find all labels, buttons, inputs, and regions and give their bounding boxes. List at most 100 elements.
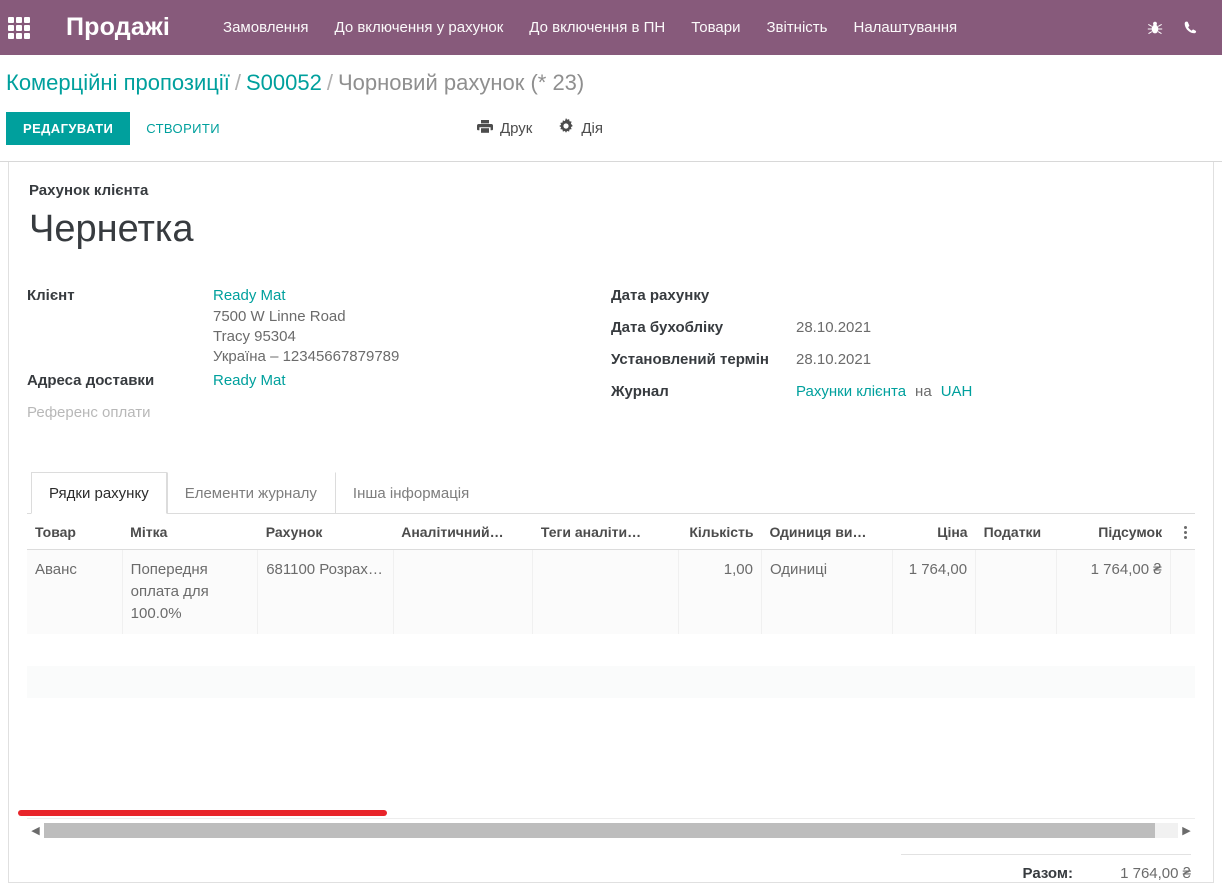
create-button[interactable]: СТВОРИТИ xyxy=(130,112,236,145)
tab-journal-items[interactable]: Елементи журналу xyxy=(167,472,335,514)
scroll-left-arrow[interactable]: ◀ xyxy=(27,822,44,839)
field-accounting-date-value[interactable]: 28.10.2021 xyxy=(796,316,871,338)
navbar-right-icons xyxy=(1140,13,1222,43)
phone-icon[interactable] xyxy=(1176,13,1206,43)
form-sheet: Рахунок клієнта Чернетка Клієнт Ready Ma… xyxy=(8,162,1214,883)
empty-cell xyxy=(27,666,1195,698)
secondary-actions: Друк Дія xyxy=(477,118,603,138)
field-customer-label: Клієнт xyxy=(27,284,213,306)
cell-taxes[interactable] xyxy=(976,550,1057,634)
cell-product[interactable]: Аванс xyxy=(27,550,122,634)
field-delivery-address: Адреса доставки Ready Mat xyxy=(27,369,611,399)
print-label: Друк xyxy=(500,120,532,137)
control-panel: Комерційні пропозиції/S00052/Чорновий ра… xyxy=(0,55,1222,162)
menu-item-products[interactable]: Товари xyxy=(678,13,753,42)
scrollbar-track[interactable] xyxy=(44,823,1178,838)
horizontal-scrollbar[interactable]: ◀ ▶ xyxy=(27,818,1195,840)
scrollbar-thumb[interactable] xyxy=(44,823,1155,838)
field-payment-reference-label: Референс оплати xyxy=(27,401,213,423)
table-row-empty xyxy=(27,698,1195,730)
breadcrumb-level2[interactable]: S00052 xyxy=(246,70,322,95)
cell-analytic-tags[interactable] xyxy=(533,550,679,634)
empty-cell xyxy=(27,698,1195,730)
tab-other-info[interactable]: Інша інформація xyxy=(335,472,487,514)
currency-link[interactable]: UAH xyxy=(941,383,973,400)
customer-address-city: Tracy 95304 xyxy=(213,327,399,347)
total-value: 1 764,00 ₴ xyxy=(1091,865,1191,882)
breadcrumb-separator-1: / xyxy=(235,70,241,95)
field-customer: Клієнт Ready Mat 7500 W Linne Road Tracy… xyxy=(27,284,611,367)
totals-divider xyxy=(901,854,1191,855)
totals-box: Разом: 1 764,00 ₴ xyxy=(901,854,1191,882)
menu-item-orders[interactable]: Замовлення xyxy=(210,13,321,42)
breadcrumb-separator-2: / xyxy=(327,70,333,95)
empty-cell xyxy=(27,634,1195,666)
edit-button[interactable]: РЕДАГУВАТИ xyxy=(6,112,130,145)
options-dots-icon[interactable] xyxy=(1178,526,1192,539)
apps-grid-icon[interactable] xyxy=(8,17,30,39)
menu-item-to-invoice[interactable]: До включення у рахунок xyxy=(322,13,517,42)
cell-price[interactable]: 1 764,00 xyxy=(893,550,976,634)
field-delivery-address-label: Адреса доставки xyxy=(27,369,213,391)
notebook: Рядки рахунку Елементи журналу Інша інфо… xyxy=(27,471,1195,881)
printer-icon xyxy=(477,119,493,138)
col-analytic-tags[interactable]: Теги аналіти… xyxy=(533,514,679,550)
print-button[interactable]: Друк xyxy=(477,119,532,138)
col-analytic-account[interactable]: Аналітичний… xyxy=(393,514,533,550)
cell-subtotal[interactable]: 1 764,00 ₴ xyxy=(1056,550,1170,634)
breadcrumb-root[interactable]: Комерційні пропозиції xyxy=(6,70,230,95)
action-button[interactable]: Дія xyxy=(558,118,603,138)
table-row-empty xyxy=(27,634,1195,666)
cell-options xyxy=(1170,550,1195,634)
field-journal-value: Рахунки клієнта на UAH xyxy=(796,380,972,402)
cell-analytic-account[interactable] xyxy=(393,550,533,634)
field-customer-value: Ready Mat 7500 W Linne Road Tracy 95304 … xyxy=(213,284,399,367)
total-label: Разом: xyxy=(1023,865,1073,882)
menu-item-to-tax-invoice[interactable]: До включення в ПН xyxy=(516,13,678,42)
col-product[interactable]: Товар xyxy=(27,514,122,550)
breadcrumb: Комерційні пропозиції/S00052/Чорновий ра… xyxy=(0,69,1222,98)
field-payment-reference: Референс оплати xyxy=(27,401,611,431)
col-taxes[interactable]: Податки xyxy=(976,514,1057,550)
tab-invoice-lines[interactable]: Рядки рахунку xyxy=(31,472,167,514)
table-header-row: Товар Мітка Рахунок Аналітичний… Теги ан… xyxy=(27,514,1195,550)
field-journal: Журнал Рахунки клієнта на UAH xyxy=(611,380,1195,410)
table-row-empty xyxy=(27,666,1195,698)
field-accounting-date: Дата бухобліку 28.10.2021 xyxy=(611,316,1195,346)
app-brand-title[interactable]: Продажі xyxy=(66,13,170,42)
scroll-right-arrow[interactable]: ▶ xyxy=(1178,822,1195,839)
totals-section: Разом: 1 764,00 ₴ xyxy=(27,840,1195,882)
field-due-date-label: Установлений термін xyxy=(611,348,796,370)
journal-separator: на xyxy=(915,383,932,400)
top-navbar: Продажі Замовлення До включення у рахуно… xyxy=(0,0,1222,55)
field-due-date: Установлений термін 28.10.2021 xyxy=(611,348,1195,378)
journal-link[interactable]: Рахунки клієнта xyxy=(796,383,906,400)
field-due-date-value[interactable]: 28.10.2021 xyxy=(796,348,871,370)
col-subtotal[interactable]: Підсумок xyxy=(1056,514,1170,550)
col-quantity[interactable]: Кількість xyxy=(679,514,762,550)
col-label[interactable]: Мітка xyxy=(122,514,258,550)
menu-item-reporting[interactable]: Звітність xyxy=(753,13,840,42)
bug-icon[interactable] xyxy=(1140,13,1170,43)
col-account[interactable]: Рахунок xyxy=(258,514,394,550)
menu-item-configuration[interactable]: Налаштування xyxy=(841,13,971,42)
control-panel-actions: РЕДАГУВАТИ СТВОРИТИ Друк xyxy=(0,98,1222,161)
table-row[interactable]: Аванс Попередня оплата для 100.0% 681100… xyxy=(27,550,1195,634)
field-invoice-date-label: Дата рахунку xyxy=(611,284,796,306)
sheet-wrapper: Рахунок клієнта Чернетка Клієнт Ready Ma… xyxy=(0,162,1222,883)
customer-address-street: 7500 W Linne Road xyxy=(213,307,399,327)
col-price[interactable]: Ціна xyxy=(893,514,976,550)
customer-link[interactable]: Ready Mat xyxy=(213,286,399,306)
form-column-left: Клієнт Ready Mat 7500 W Linne Road Tracy… xyxy=(27,284,611,433)
cell-uom[interactable]: Одиниці xyxy=(761,550,892,634)
field-accounting-date-label: Дата бухобліку xyxy=(611,316,796,338)
cell-quantity[interactable]: 1,00 xyxy=(679,550,762,634)
invoice-lines-table: Товар Мітка Рахунок Аналітичний… Теги ан… xyxy=(27,514,1195,729)
customer-address-country: Україна – 12345667879789 xyxy=(213,347,399,367)
delivery-address-link[interactable]: Ready Mat xyxy=(213,371,286,391)
field-delivery-address-value: Ready Mat xyxy=(213,369,286,391)
field-journal-label: Журнал xyxy=(611,380,796,402)
col-uom[interactable]: Одиниця ви… xyxy=(761,514,892,550)
cell-account[interactable]: 681100 Розрах… xyxy=(258,550,394,634)
cell-label[interactable]: Попередня оплата для 100.0% xyxy=(122,550,258,634)
